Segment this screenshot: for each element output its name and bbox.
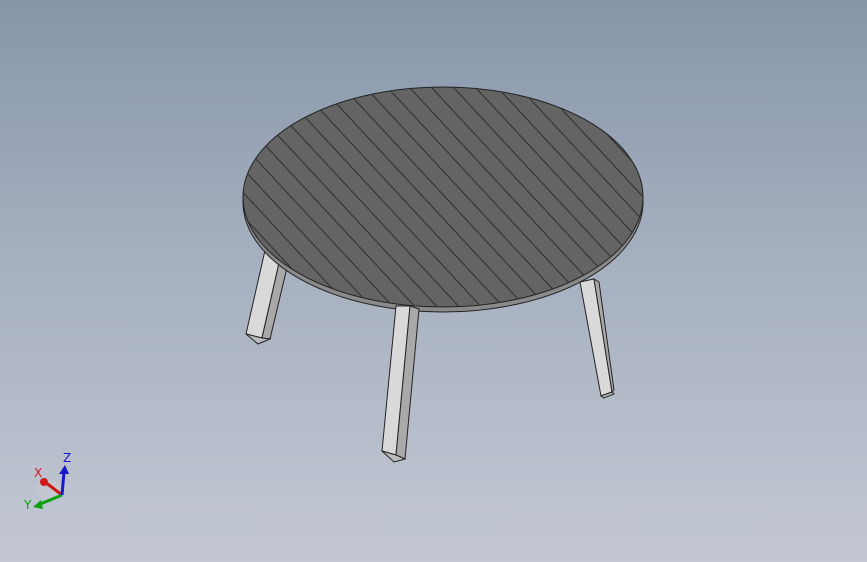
z-axis-arrow: [60, 471, 66, 496]
z-axis-label: Z: [63, 451, 71, 465]
y-axis-label: Y: [23, 498, 32, 512]
x-axis-label: X: [34, 466, 42, 480]
y-axis-head: [33, 500, 43, 509]
graphics-viewport[interactable]: X Y Z: [0, 0, 867, 562]
z-axis-head: [59, 465, 69, 474]
axis-triad: X Y Z: [23, 451, 71, 512]
